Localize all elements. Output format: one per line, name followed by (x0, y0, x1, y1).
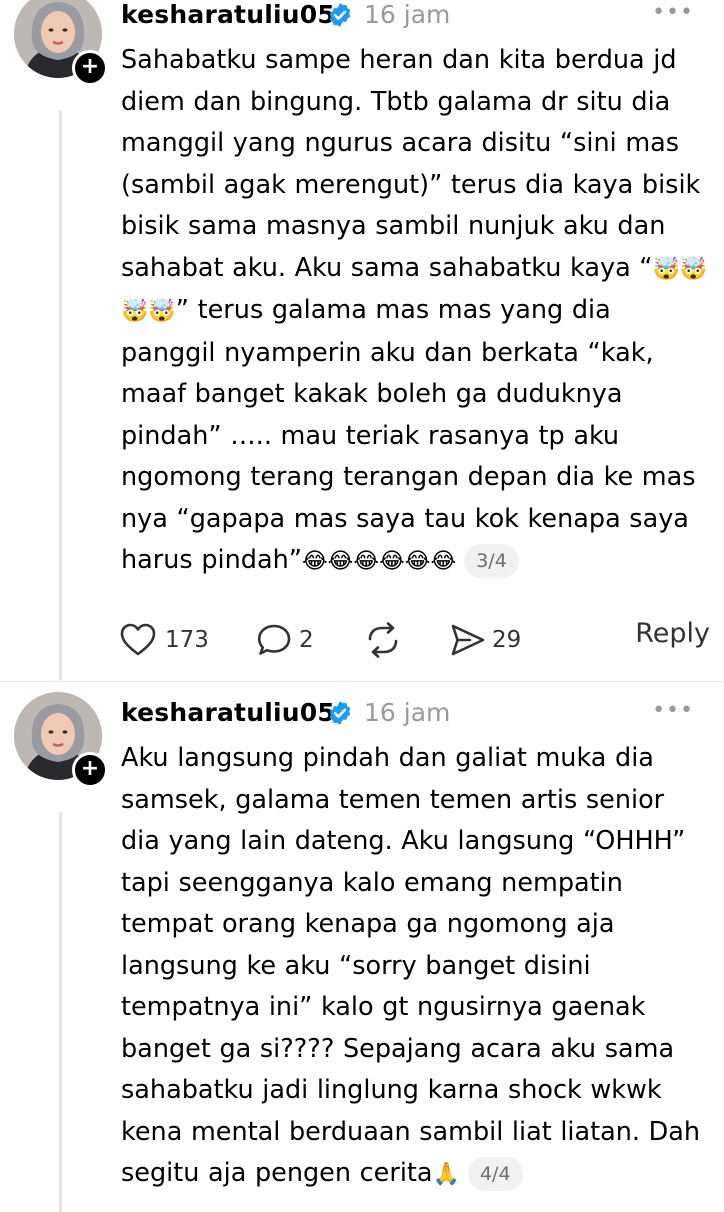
follow-plus-icon[interactable]: + (72, 50, 108, 86)
post-actions: 173 2 29 Reply (120, 618, 710, 662)
repost-button[interactable] (363, 618, 403, 662)
post-body: Sahabatku sampe heran dan kita berdua jd… (121, 40, 711, 583)
emoji-folded-hands: 🙏 (432, 1162, 460, 1187)
more-options-icon[interactable]: ••• (652, 0, 694, 25)
emoji-laughing: 😂😂😂😂😂😂 (301, 549, 457, 574)
comment-button[interactable]: 2 (257, 618, 314, 662)
post-body: Aku langsung pindah dan galiat muka dia … (121, 738, 711, 1196)
follow-plus-icon[interactable]: + (72, 752, 108, 788)
heart-icon (120, 623, 156, 656)
post-divider (0, 681, 724, 682)
thread-connector-line (59, 812, 62, 1212)
reply-button[interactable]: Reply (635, 618, 710, 649)
like-count: 173 (165, 627, 209, 653)
more-options-icon[interactable]: ••• (652, 698, 694, 723)
thread-post-1: + kesharatuliu05 16 jam ••• Sahabatku sa… (0, 0, 724, 680)
thread-page-indicator: 4/4 (467, 1157, 523, 1191)
thread-post-2: + kesharatuliu05 16 jam ••• Aku langsung… (0, 690, 724, 1212)
thread-page-indicator: 3/4 (464, 544, 519, 578)
like-button[interactable]: 173 (120, 618, 209, 662)
author-avatar[interactable]: + (14, 0, 108, 86)
send-icon (451, 624, 485, 656)
repost-icon (368, 622, 398, 658)
author-avatar[interactable]: + (14, 692, 108, 788)
comment-bubble-icon (257, 624, 291, 655)
post-text-part-1: Aku langsung pindah dan galiat muka dia … (121, 743, 701, 1188)
post-text-part-2: ” terus galama mas mas yang dia panggil … (121, 295, 696, 575)
username[interactable]: kesharatuliu05 (121, 0, 335, 29)
share-button[interactable]: 29 (450, 618, 521, 662)
post-time: 16 jam (364, 698, 451, 727)
share-count: 29 (492, 627, 522, 653)
post-text-part-1: Sahabatku sampe heran dan kita berdua jd… (121, 45, 701, 283)
verified-badge-icon (329, 701, 351, 725)
comment-count: 2 (299, 627, 314, 653)
post-time: 16 jam (364, 0, 451, 29)
username[interactable]: kesharatuliu05 (121, 698, 335, 727)
verified-badge-icon (329, 3, 351, 27)
thread-connector-line (59, 110, 62, 680)
